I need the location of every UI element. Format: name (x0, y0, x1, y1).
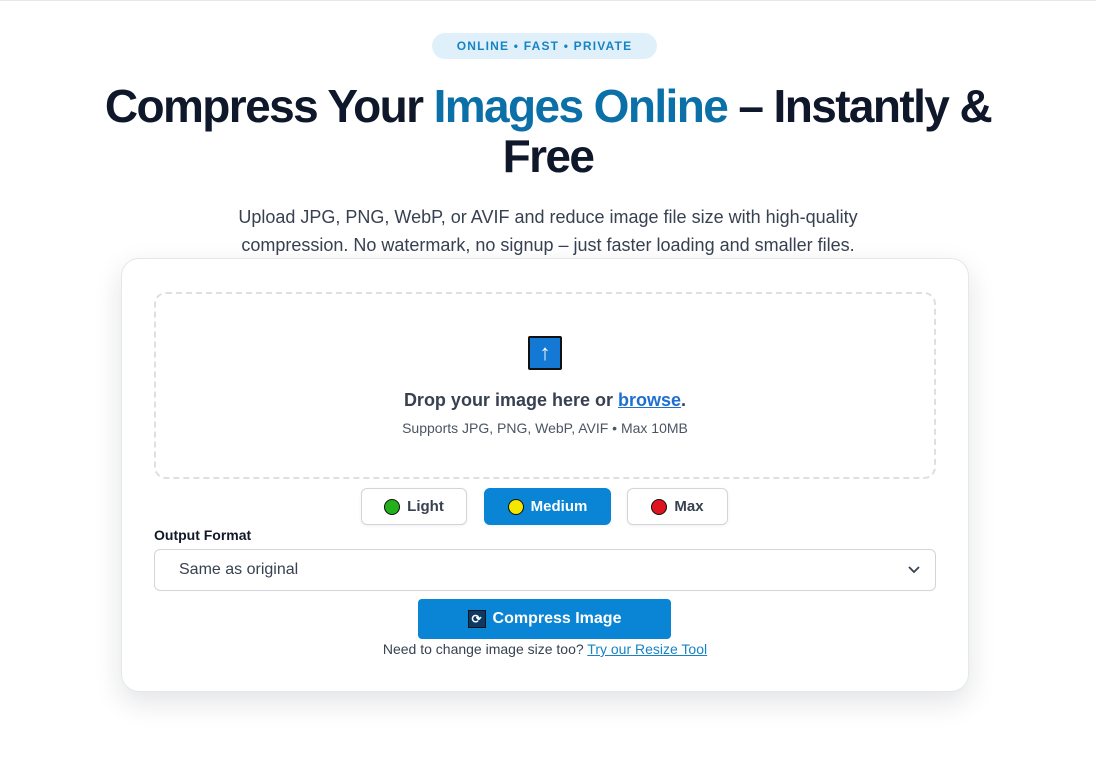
feature-badge: ONLINE • FAST • PRIVATE (432, 33, 657, 59)
page-subtitle: Upload JPG, PNG, WebP, or AVIF and reduc… (238, 207, 858, 255)
dropzone-hint: Supports JPG, PNG, WebP, AVIF • Max 10MB (402, 420, 688, 436)
image-dropzone[interactable]: ↑ Drop your image here or browse. Suppor… (154, 292, 936, 479)
refresh-icon: ⟳ (467, 610, 486, 628)
yellow-dot-icon (507, 498, 524, 515)
output-format-value: Same as original (179, 561, 299, 578)
output-format-select[interactable]: Same as original (154, 549, 936, 591)
red-dot-icon (651, 498, 668, 515)
compress-card: ↑ Drop your image here or browse. Suppor… (121, 258, 969, 692)
output-format-label: Output Format (154, 527, 252, 543)
resize-tool-link[interactable]: Try our Resize Tool (587, 641, 707, 657)
dropzone-text: Drop your image here or browse. (403, 390, 687, 410)
green-dot-icon (384, 498, 401, 515)
level-light-button[interactable]: Light (361, 488, 467, 525)
compress-image-button[interactable]: ⟳ Compress Image (418, 599, 671, 639)
upload-arrow-icon: ↑ (528, 336, 562, 370)
title-part-1: Compress Your (104, 80, 434, 132)
resize-note: Need to change image size too? Try our R… (382, 641, 708, 657)
chevron-down-icon (908, 566, 920, 574)
page-title: Compress Your Images Online – Instantly … (100, 81, 996, 181)
level-medium-button[interactable]: Medium (484, 488, 611, 525)
level-max-button[interactable]: Max (627, 488, 728, 525)
title-accent: Images Online (433, 80, 729, 132)
browse-link[interactable]: browse (618, 390, 681, 410)
